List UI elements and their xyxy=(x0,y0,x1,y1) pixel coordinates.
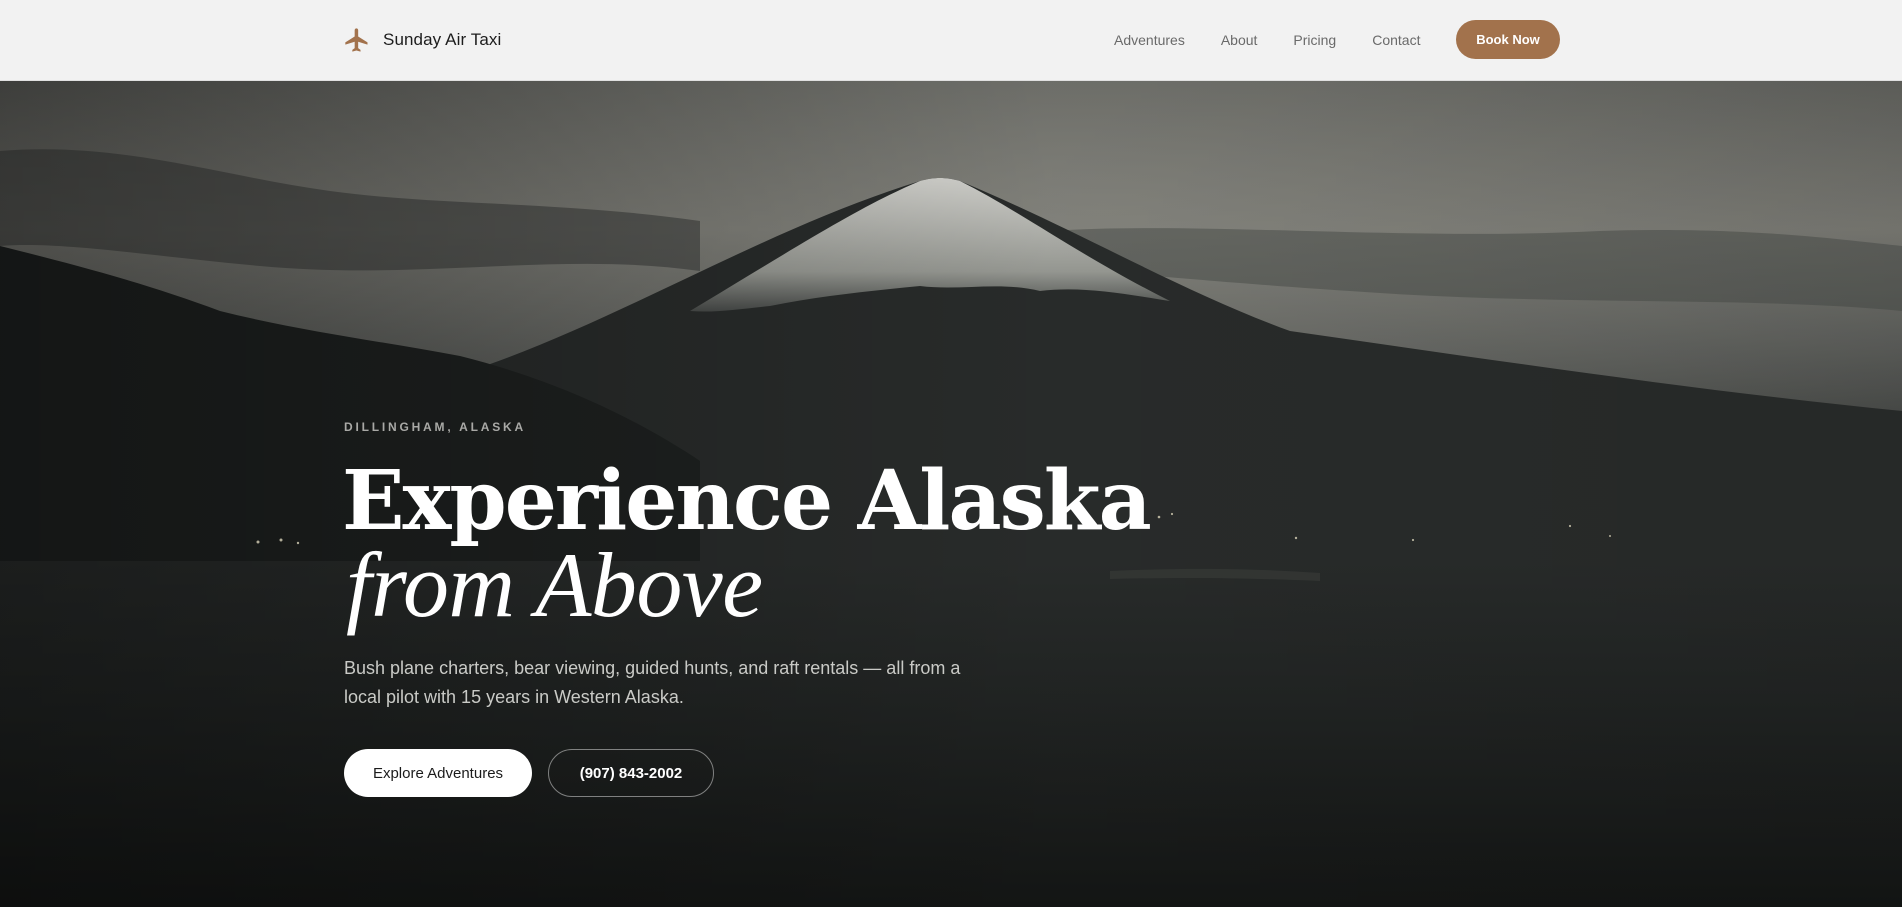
brand-name: Sunday Air Taxi xyxy=(383,30,502,49)
phone-button[interactable]: (907) 843-2002 xyxy=(548,749,714,797)
top-navbar: Sunday Air Taxi Adventures About Pricing… xyxy=(0,0,1902,81)
brand-logo[interactable]: Sunday Air Taxi xyxy=(343,25,501,55)
hero-section: DILLINGHAM, ALASKA Experience Alaska fro… xyxy=(0,81,1902,907)
main-nav: Adventures About Pricing Contact xyxy=(1114,0,1452,80)
hero-headline-line2: from Above xyxy=(346,534,763,636)
nav-link-about[interactable]: About xyxy=(1221,32,1258,48)
nav-link-pricing[interactable]: Pricing xyxy=(1293,32,1336,48)
book-now-button[interactable]: Book Now xyxy=(1456,20,1560,59)
hero-eyebrow: DILLINGHAM, ALASKA xyxy=(344,420,526,434)
hero-subtext: Bush plane charters, bear viewing, guide… xyxy=(344,658,961,707)
nav-link-contact[interactable]: Contact xyxy=(1372,32,1420,48)
nav-link-adventures[interactable]: Adventures xyxy=(1114,32,1185,48)
explore-adventures-button[interactable]: Explore Adventures xyxy=(344,749,532,797)
airplane-icon xyxy=(345,28,368,52)
